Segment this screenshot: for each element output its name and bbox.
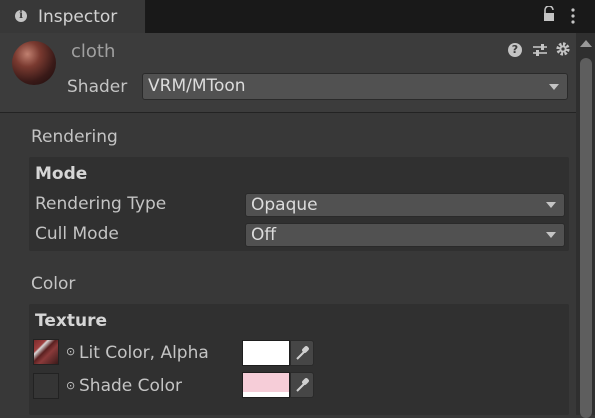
shade-alpha-bar [243, 392, 289, 397]
object-picker-icon[interactable]: ⊙ [66, 345, 75, 358]
lit-eyedropper-button[interactable] [290, 340, 314, 366]
color-section-title: Color [31, 274, 76, 294]
tab-title: Inspector [38, 7, 118, 27]
lit-color-label: Lit Color, Alpha [79, 343, 209, 363]
lit-color-swatch[interactable] [242, 340, 290, 366]
shade-eyedropper-button[interactable] [290, 372, 314, 398]
chevron-down-icon [549, 83, 559, 90]
cull-mode-value: Off [251, 225, 277, 245]
scrollbar-thumb[interactable] [580, 58, 592, 418]
mode-title: Mode [35, 164, 88, 184]
shade-color-label: Shade Color [79, 376, 183, 396]
shader-label: Shader [67, 77, 128, 97]
rendering-section-title: Rendering [31, 127, 118, 147]
eyedropper-icon [296, 346, 309, 360]
help-icon[interactable]: ? [508, 43, 522, 57]
shader-value: VRM/MToon [148, 76, 246, 96]
texture-title: Texture [35, 311, 107, 331]
scroll-up-arrow-icon[interactable] [580, 40, 592, 47]
chevron-down-icon [546, 202, 556, 208]
cull-mode-dropdown[interactable]: Off [245, 223, 565, 247]
info-icon: i [15, 10, 27, 22]
rendering-type-value: Opaque [251, 195, 318, 215]
lock-icon[interactable] [542, 6, 556, 22]
cull-mode-label: Cull Mode [35, 224, 119, 244]
chevron-down-icon [546, 232, 556, 238]
rendering-type-label: Rendering Type [35, 194, 167, 214]
presets-icon[interactable] [532, 42, 548, 58]
gear-icon[interactable] [555, 41, 571, 57]
object-picker-icon[interactable]: ⊙ [66, 379, 75, 392]
eyedropper-icon [296, 378, 309, 392]
lit-texture-thumbnail[interactable] [33, 339, 59, 365]
rendering-type-dropdown[interactable]: Opaque [245, 193, 565, 217]
shader-dropdown[interactable]: VRM/MToon [142, 73, 568, 100]
shade-texture-thumbnail[interactable] [33, 373, 59, 399]
kebab-menu-icon[interactable] [570, 7, 576, 25]
material-preview-icon [12, 41, 56, 85]
material-name: cloth [71, 41, 116, 62]
